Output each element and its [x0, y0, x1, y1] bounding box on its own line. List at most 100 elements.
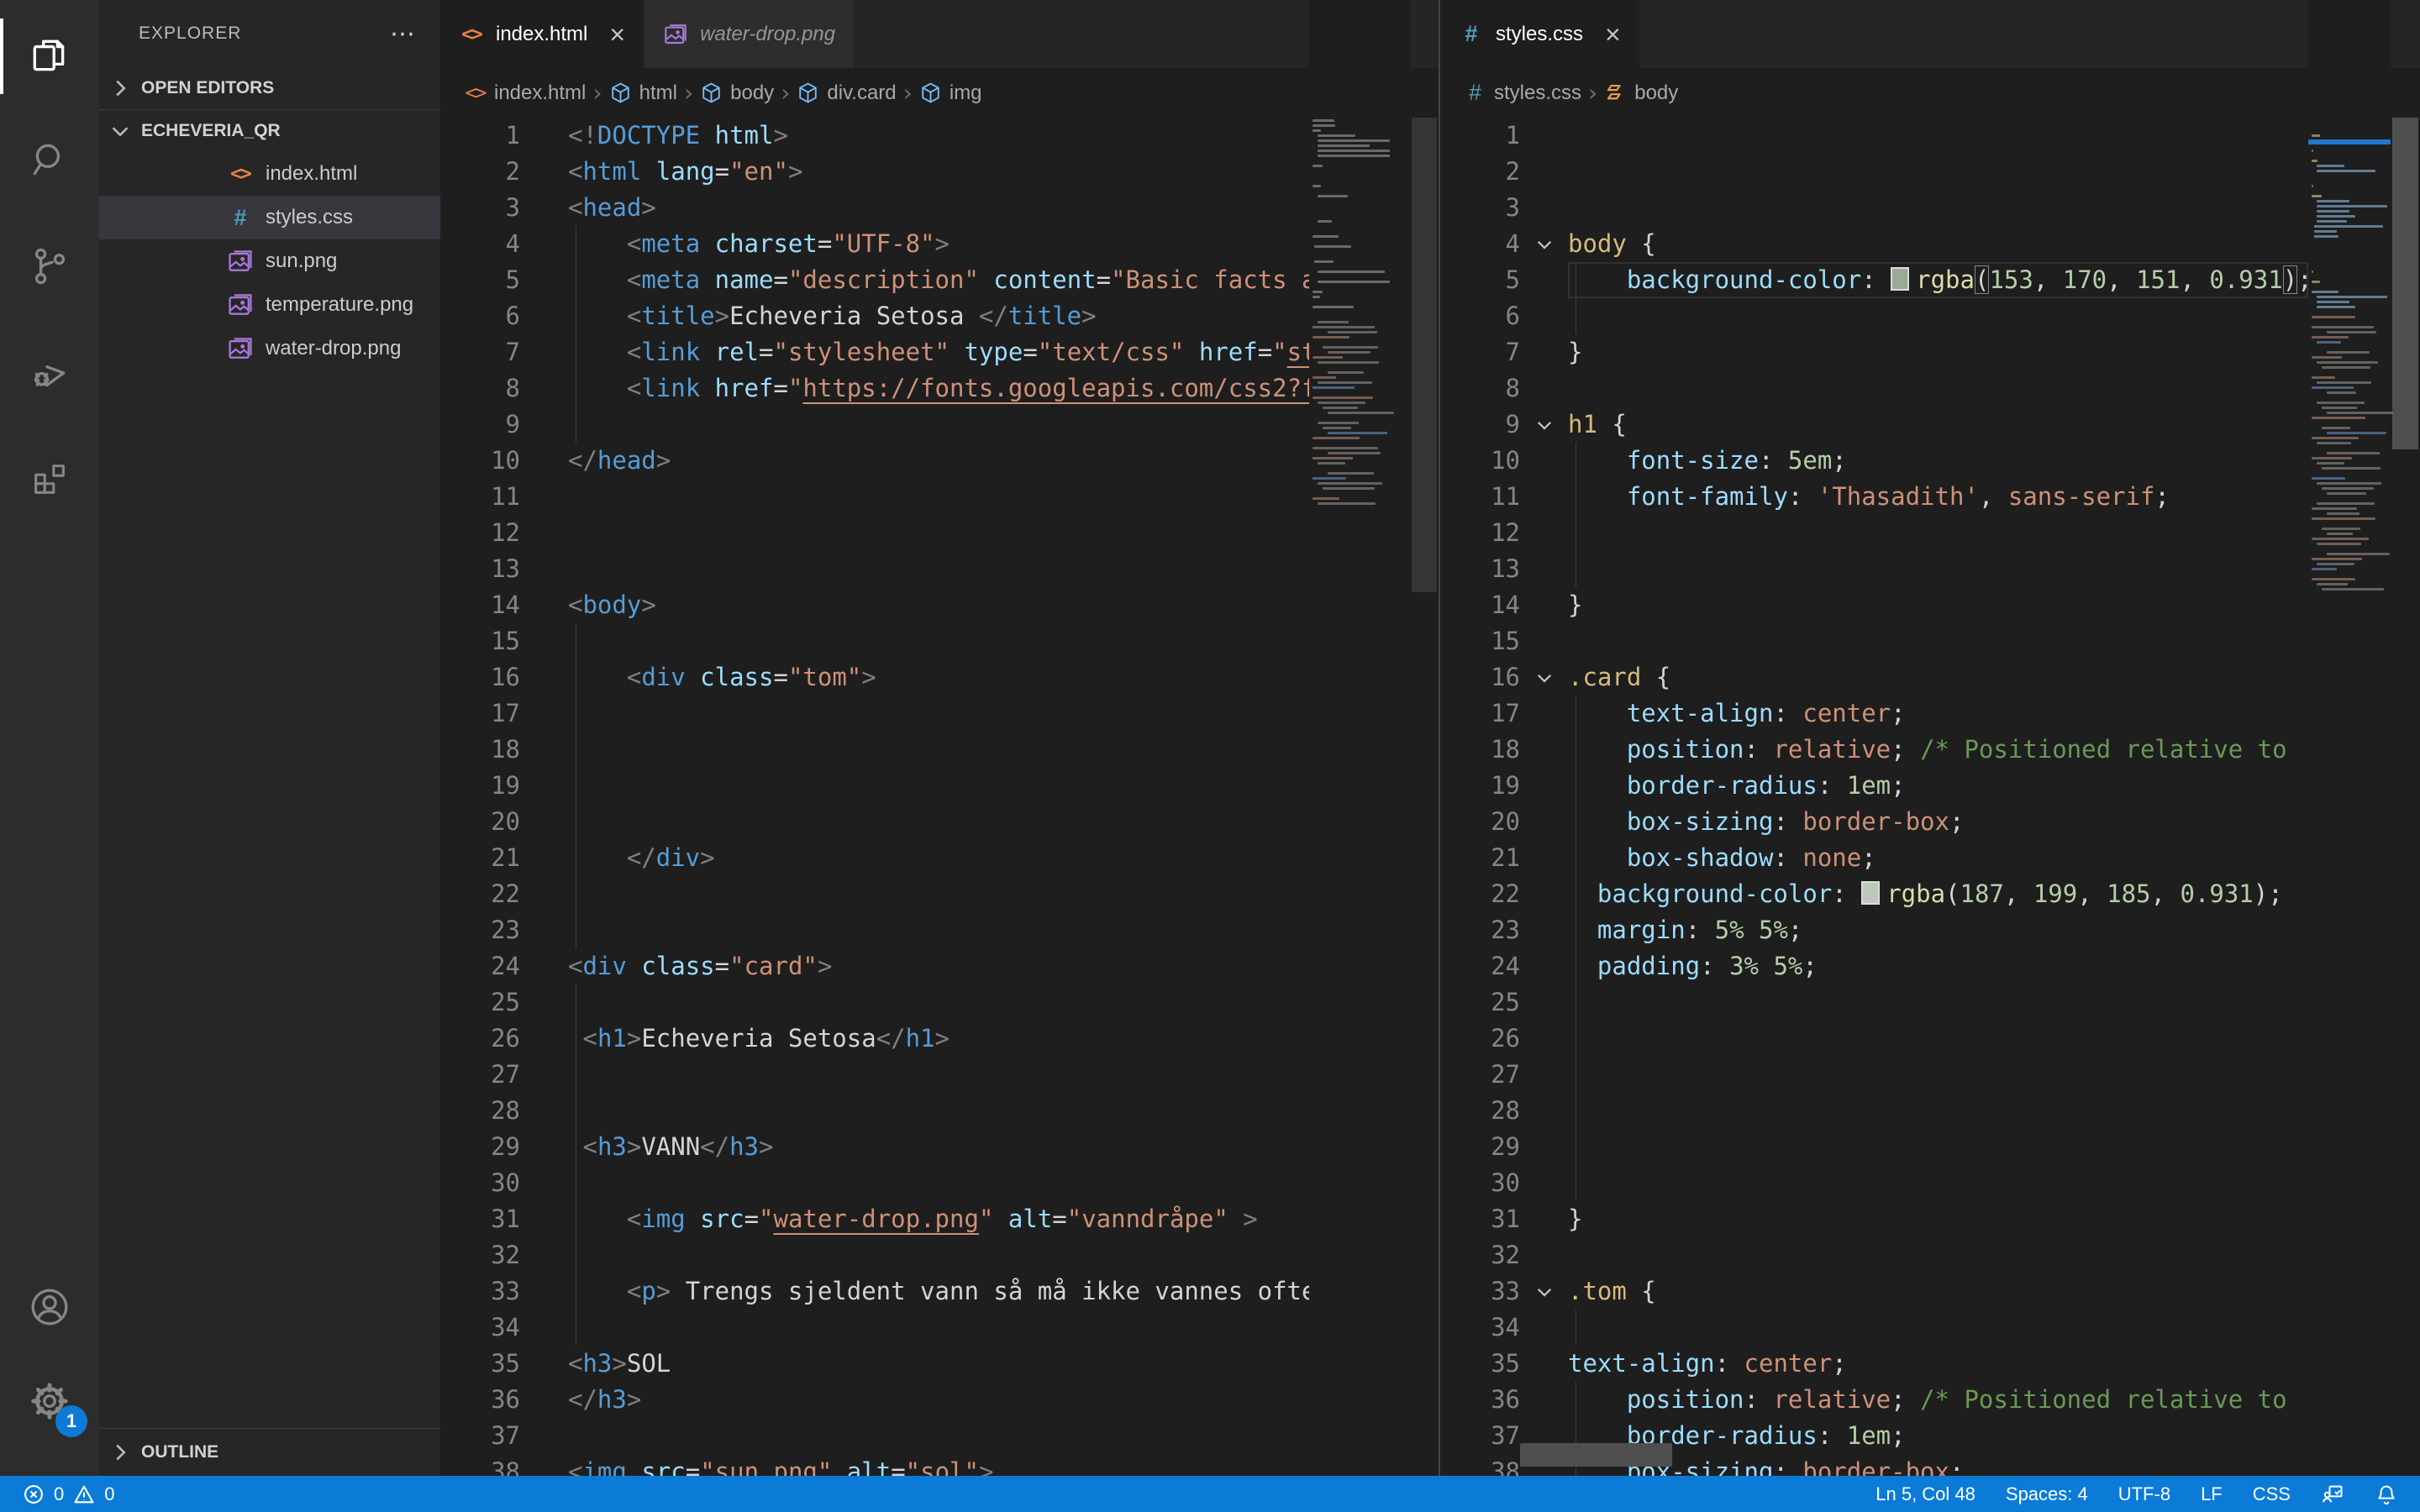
code-line-19[interactable]: 19 border-radius: 1em; — [1440, 768, 2308, 804]
breadcrumb-item-div-card[interactable]: div.card — [797, 81, 896, 105]
code-line-27[interactable]: 27 — [440, 1057, 1309, 1093]
code-line-25[interactable]: 25 — [440, 984, 1309, 1021]
code-line-5[interactable]: 5 background-color: rgba(153, 170, 151, … — [1440, 262, 2308, 298]
code-line-2[interactable]: 2<html lang="en"> — [440, 154, 1309, 190]
color-swatch[interactable] — [1891, 267, 1909, 291]
code-line-3[interactable]: 3 — [1440, 190, 2308, 226]
code-line-30[interactable]: 30 — [1440, 1165, 2308, 1201]
minimap[interactable] — [2308, 0, 2391, 1476]
code-editor[interactable]: 1<!DOCTYPE html>2<html lang="en">3<head>… — [440, 118, 1439, 1476]
breadcrumb-item-img[interactable]: img — [919, 81, 982, 105]
code-line-38[interactable]: 38<img src="sun.png" alt="sol"> — [440, 1454, 1309, 1476]
file-row-sun-png[interactable]: sun.png — [99, 239, 440, 283]
code-line-7[interactable]: 7 <link rel="stylesheet" type="text/css"… — [440, 334, 1309, 370]
breadcrumb-item-index-html[interactable]: <>index.html — [464, 81, 586, 105]
code-line-10[interactable]: 10 font-size: 5em; — [1440, 443, 2308, 479]
fold-chevron-down-icon[interactable] — [1520, 407, 1568, 443]
code-line-16[interactable]: 16 <div class="tom"> — [440, 659, 1309, 696]
code-line-37[interactable]: 37 — [440, 1418, 1309, 1454]
code-line-31[interactable]: 31 <img src="water-drop.png" alt="vanndr… — [440, 1201, 1309, 1237]
vertical-scrollbar[interactable] — [1410, 0, 1439, 1476]
activity-source-control[interactable] — [0, 220, 99, 312]
notifications-bell-icon[interactable] — [2360, 1476, 2403, 1512]
code-line-19[interactable]: 19 — [440, 768, 1309, 804]
code-line-32[interactable]: 32 — [440, 1237, 1309, 1273]
code-line-35[interactable]: 35text-align: center; — [1440, 1346, 2308, 1382]
code-line-8[interactable]: 8 <link href="https://fonts.googleapis.c… — [440, 370, 1309, 407]
activity-extensions[interactable] — [0, 433, 99, 525]
code-line-28[interactable]: 28 — [1440, 1093, 2308, 1129]
code-line-17[interactable]: 17 text-align: center; — [1440, 696, 2308, 732]
open-editors-section[interactable]: OPEN EDITORS — [99, 67, 440, 109]
code-line-36[interactable]: 36</h3> — [440, 1382, 1309, 1418]
code-line-3[interactable]: 3<head> — [440, 190, 1309, 226]
code-line-11[interactable]: 11 font-family: 'Thasadith', sans-serif; — [1440, 479, 2308, 515]
code-line-27[interactable]: 27 — [1440, 1057, 2308, 1093]
code-line-14[interactable]: 14} — [1440, 587, 2308, 623]
file-row-styles-css[interactable]: #styles.css — [99, 196, 440, 239]
code-line-31[interactable]: 31} — [1440, 1201, 2308, 1237]
cursor-position[interactable]: Ln 5, Col 48 — [1860, 1476, 1991, 1512]
close-icon[interactable]: × — [609, 21, 625, 48]
code-line-33[interactable]: 33.tom { — [1440, 1273, 2308, 1310]
language-mode[interactable]: CSS — [2238, 1476, 2306, 1512]
code-line-18[interactable]: 18 — [440, 732, 1309, 768]
activity-explorer[interactable] — [0, 10, 99, 102]
indentation-setting[interactable]: Spaces: 4 — [1991, 1476, 2103, 1512]
code-line-22[interactable]: 22 background-color: rgba(187, 199, 185,… — [1440, 876, 2308, 912]
feedback-icon[interactable] — [2306, 1476, 2360, 1512]
code-line-8[interactable]: 8 — [1440, 370, 2308, 407]
code-line-1[interactable]: 1 — [1440, 118, 2308, 154]
encoding-setting[interactable]: UTF-8 — [2103, 1476, 2186, 1512]
tab-index-html[interactable]: <>index.html× — [440, 0, 644, 68]
code-line-10[interactable]: 10</head> — [440, 443, 1309, 479]
code-line-4[interactable]: 4body { — [1440, 226, 2308, 262]
code-line-6[interactable]: 6 — [1440, 298, 2308, 334]
code-line-24[interactable]: 24 padding: 3% 5%; — [1440, 948, 2308, 984]
code-line-20[interactable]: 20 — [440, 804, 1309, 840]
code-line-22[interactable]: 22 — [440, 876, 1309, 912]
code-line-25[interactable]: 25 — [1440, 984, 2308, 1021]
eol-setting[interactable]: LF — [2186, 1476, 2238, 1512]
code-line-32[interactable]: 32 — [1440, 1237, 2308, 1273]
code-line-23[interactable]: 23 margin: 5% 5%; — [1440, 912, 2308, 948]
code-line-16[interactable]: 16.card { — [1440, 659, 2308, 696]
code-line-34[interactable]: 34 — [440, 1310, 1309, 1346]
code-line-2[interactable]: 2 — [1440, 154, 2308, 190]
code-line-1[interactable]: 1<!DOCTYPE html> — [440, 118, 1309, 154]
scrollbar-slider[interactable] — [2392, 118, 2418, 449]
code-line-28[interactable]: 28 — [440, 1093, 1309, 1129]
code-line-33[interactable]: 33 <p> Trengs sjeldent vann så må ikke v… — [440, 1273, 1309, 1310]
file-row-temperature-png[interactable]: temperature.png — [99, 283, 440, 327]
code-line-20[interactable]: 20 box-sizing: border-box; — [1440, 804, 2308, 840]
code-editor[interactable]: 1234body {5 background-color: rgba(153, … — [1440, 118, 2420, 1476]
code-line-13[interactable]: 13 — [1440, 551, 2308, 587]
code-line-5[interactable]: 5 <meta name="description" content="Basi… — [440, 262, 1309, 298]
activity-search[interactable] — [0, 113, 99, 206]
code-line-26[interactable]: 26 — [1440, 1021, 2308, 1057]
code-line-21[interactable]: 21 box-shadow: none; — [1440, 840, 2308, 876]
code-line-11[interactable]: 11 — [440, 479, 1309, 515]
sidebar-more-icon[interactable]: ⋯ — [390, 19, 417, 49]
breadcrumb-item-styles-css[interactable]: #styles.css — [1464, 81, 1581, 105]
file-row-index-html[interactable]: <>index.html — [99, 152, 440, 196]
code-line-12[interactable]: 12 — [1440, 515, 2308, 551]
code-line-30[interactable]: 30 — [440, 1165, 1309, 1201]
close-icon[interactable]: × — [1605, 21, 1621, 48]
code-line-24[interactable]: 24<div class="card"> — [440, 948, 1309, 984]
code-line-4[interactable]: 4 <meta charset="UTF-8"> — [440, 226, 1309, 262]
breadcrumb-item-html[interactable]: html — [609, 81, 677, 105]
color-swatch[interactable] — [1861, 881, 1880, 905]
code-line-23[interactable]: 23 — [440, 912, 1309, 948]
code-line-36[interactable]: 36 position: relative; /* Positioned rel… — [1440, 1382, 2308, 1418]
code-line-21[interactable]: 21 </div> — [440, 840, 1309, 876]
minimap[interactable] — [1309, 0, 1410, 1476]
code-line-14[interactable]: 14<body> — [440, 587, 1309, 623]
code-line-29[interactable]: 29 <h3>VANN</h3> — [440, 1129, 1309, 1165]
code-line-6[interactable]: 6 <title>Echeveria Setosa </title> — [440, 298, 1309, 334]
folder-section[interactable]: ECHEVERIA_QR — [99, 110, 440, 152]
code-line-34[interactable]: 34 — [1440, 1310, 2308, 1346]
vertical-scrollbar[interactable] — [2391, 0, 2420, 1476]
breadcrumb-item-body[interactable]: body — [700, 81, 774, 105]
fold-chevron-down-icon[interactable] — [1520, 659, 1568, 696]
